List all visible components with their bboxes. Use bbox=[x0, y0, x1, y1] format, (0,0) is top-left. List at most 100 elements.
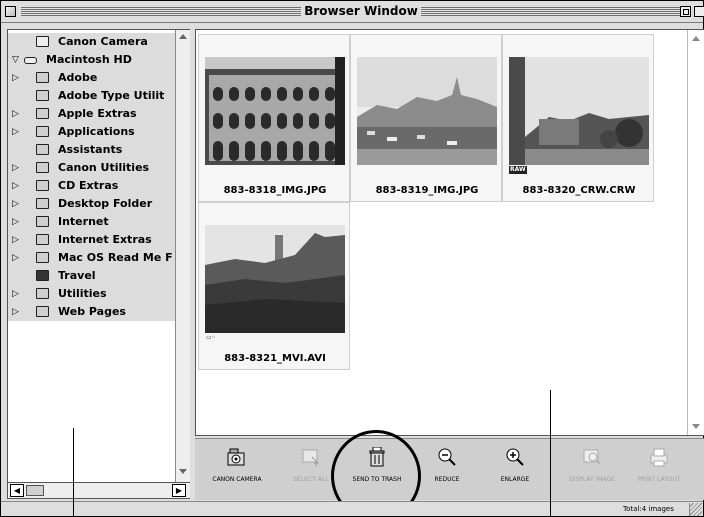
enlarge-button[interactable]: ENLARGE bbox=[475, 439, 555, 501]
select-all-label: SELECT ALL bbox=[293, 476, 329, 483]
canon-camera-label: CANON CAMERA bbox=[212, 476, 262, 483]
folder-icon bbox=[36, 288, 49, 299]
disclosure-collapsed-icon[interactable]: ▷ bbox=[12, 231, 19, 249]
folder-tree-item-label: Macintosh HD bbox=[46, 53, 132, 66]
thumbnail-item[interactable]: ▭◦ 883-8321_MVI.AVI bbox=[198, 202, 350, 370]
scrollbar-thumb[interactable] bbox=[26, 485, 44, 496]
folder-tree-panel: Canon Camera ▽ Macintosh HD ▷ Adobe Adobe Typ… bbox=[7, 29, 190, 499]
folder-tree-item[interactable]: ▷ Internet Extras bbox=[8, 231, 176, 249]
select-all-icon bbox=[302, 449, 320, 467]
disclosure-collapsed-icon[interactable]: ▷ bbox=[12, 123, 19, 141]
scroll-left-arrow-icon[interactable]: ◀ bbox=[10, 484, 24, 497]
thumbnail-filename: 883-8319_IMG.JPG bbox=[375, 185, 479, 196]
camera-icon bbox=[36, 36, 49, 47]
thumbnail-item[interactable]: 883-8318_IMG.JPG bbox=[198, 34, 350, 202]
resize-grip[interactable] bbox=[689, 503, 702, 516]
close-box-button[interactable] bbox=[5, 6, 16, 17]
folder-tree-item[interactable]: ▷ Canon Utilities bbox=[8, 159, 176, 177]
folder-tree-item[interactable]: ▷ Internet bbox=[8, 213, 176, 231]
folder-tree-item-label: Applications bbox=[58, 125, 135, 138]
disclosure-expanded-icon[interactable]: ▽ bbox=[12, 51, 19, 69]
folder-tree-item-label: Internet bbox=[58, 215, 109, 228]
scroll-down-arrow-icon[interactable] bbox=[179, 469, 187, 474]
disclosure-collapsed-icon[interactable]: ▷ bbox=[12, 195, 19, 213]
disclosure-collapsed-icon[interactable]: ▷ bbox=[12, 69, 19, 87]
folder-icon bbox=[36, 216, 49, 227]
folder-icon bbox=[36, 162, 49, 173]
title-bar-stripes-left bbox=[21, 7, 301, 16]
thumbnail-area: 883-8318_IMG.JPG 883-8319_IMG.JPG RAW 88… bbox=[195, 29, 704, 436]
folder-tree-horizontal-scrollbar[interactable]: ◀ ▶ bbox=[8, 482, 190, 498]
zoom-box-button[interactable] bbox=[680, 6, 691, 17]
folder-tree-item[interactable]: ▷ Desktop Folder bbox=[8, 195, 176, 213]
folder-tree-item-label: Canon Camera bbox=[58, 35, 148, 48]
folder-tree-item[interactable]: ▷ Web Pages bbox=[8, 303, 176, 321]
folder-icon bbox=[36, 306, 49, 317]
folder-tree-item[interactable]: Adobe Type Utilit bbox=[8, 87, 176, 105]
movie-icon: ▭◦ bbox=[206, 334, 216, 341]
folder-tree-item[interactable]: Travel bbox=[8, 267, 176, 285]
disclosure-collapsed-icon[interactable]: ▷ bbox=[12, 159, 19, 177]
disclosure-collapsed-icon[interactable]: ▷ bbox=[12, 177, 19, 195]
folder-tree-item[interactable]: ▷ Apple Extras bbox=[8, 105, 176, 123]
print-layout-label: PRINT LAYOUT bbox=[637, 476, 681, 483]
disclosure-collapsed-icon[interactable]: ▷ bbox=[12, 105, 19, 123]
folder-tree-item-label: Canon Utilities bbox=[58, 161, 150, 174]
folder-icon bbox=[36, 108, 49, 119]
folder-tree-item[interactable]: ▷ Applications bbox=[8, 123, 176, 141]
folder-icon bbox=[36, 252, 49, 263]
scroll-down-arrow-icon[interactable] bbox=[692, 424, 700, 429]
disclosure-collapsed-icon[interactable]: ▷ bbox=[12, 303, 19, 321]
folder-icon bbox=[36, 234, 49, 245]
folder-tree-item-label: Assistants bbox=[58, 143, 123, 156]
folder-tree-list: Canon Camera ▽ Macintosh HD ▷ Adobe Adobe Typ… bbox=[8, 33, 176, 321]
folder-tree-item-label: Apple Extras bbox=[58, 107, 137, 120]
disclosure-collapsed-icon[interactable]: ▷ bbox=[12, 249, 19, 267]
send-to-trash-button[interactable]: SEND TO TRASH bbox=[337, 439, 417, 501]
folder-tree-item-label: Internet Extras bbox=[58, 233, 152, 246]
folder-tree-item-label: Adobe bbox=[58, 71, 98, 84]
zoom-in-icon bbox=[506, 448, 524, 466]
scroll-up-arrow-icon[interactable] bbox=[179, 34, 187, 39]
thumbnail-image-ruins bbox=[205, 225, 345, 333]
thumbnail-filename: 883-8321_MVI.AVI bbox=[224, 353, 326, 364]
scroll-up-arrow-icon[interactable] bbox=[692, 36, 700, 41]
callout-line bbox=[73, 428, 74, 517]
scroll-right-arrow-icon[interactable]: ▶ bbox=[172, 484, 186, 497]
zoom-out-icon bbox=[438, 448, 456, 466]
folder-tree-item[interactable]: ▷ Adobe bbox=[8, 69, 176, 87]
folder-tree-item[interactable]: ▷ CD Extras bbox=[8, 177, 176, 195]
collapse-box-button[interactable] bbox=[694, 6, 704, 17]
thumbnail-image-forum bbox=[357, 57, 497, 165]
folder-open-icon bbox=[36, 270, 49, 281]
thumbnail-item[interactable]: 883-8319_IMG.JPG bbox=[350, 34, 502, 202]
browser-window: Browser Window Canon Camera ▽ Macintosh HD… bbox=[0, 0, 704, 517]
status-bar: Total:4 images bbox=[1, 501, 703, 516]
folder-tree-item-label: Web Pages bbox=[58, 305, 126, 318]
folder-tree-item[interactable]: Assistants bbox=[8, 141, 176, 159]
folder-icon bbox=[36, 126, 49, 137]
thumbnail-image-colosseum bbox=[205, 57, 345, 165]
folder-tree-item[interactable]: ▷ Utilities bbox=[8, 285, 176, 303]
disclosure-collapsed-icon[interactable]: ▷ bbox=[12, 213, 19, 231]
title-bar-stripes-right bbox=[421, 7, 683, 16]
title-bar[interactable]: Browser Window bbox=[1, 1, 704, 23]
display-image-icon bbox=[583, 449, 601, 465]
folder-tree-item[interactable]: Canon Camera bbox=[8, 33, 176, 51]
thumbnail-area-vertical-scrollbar[interactable] bbox=[687, 30, 704, 435]
folder-icon bbox=[36, 72, 49, 83]
thumbnail-filename: 883-8318_IMG.JPG bbox=[223, 185, 327, 196]
folder-tree-item-label: Mac OS Read Me F bbox=[58, 251, 173, 264]
folder-tree-item[interactable]: ▽ Macintosh HD bbox=[8, 51, 176, 69]
thumbnail-image-arch bbox=[509, 57, 649, 165]
folder-tree-item-label: Adobe Type Utilit bbox=[58, 89, 165, 102]
thumbnail-item[interactable]: RAW 883-8320_CRW.CRW bbox=[502, 34, 654, 202]
disclosure-collapsed-icon[interactable]: ▷ bbox=[12, 285, 19, 303]
print-layout-button[interactable]: PRINT LAYOUT bbox=[619, 439, 699, 501]
folder-tree-item-label: CD Extras bbox=[58, 179, 119, 192]
folder-tree-item[interactable]: ▷ Mac OS Read Me F bbox=[8, 249, 176, 267]
folder-tree-vertical-scrollbar[interactable] bbox=[175, 30, 190, 482]
raw-badge: RAW bbox=[509, 166, 527, 174]
hard-disk-icon bbox=[24, 57, 37, 64]
canon-camera-button[interactable]: CANON CAMERA bbox=[197, 439, 277, 501]
